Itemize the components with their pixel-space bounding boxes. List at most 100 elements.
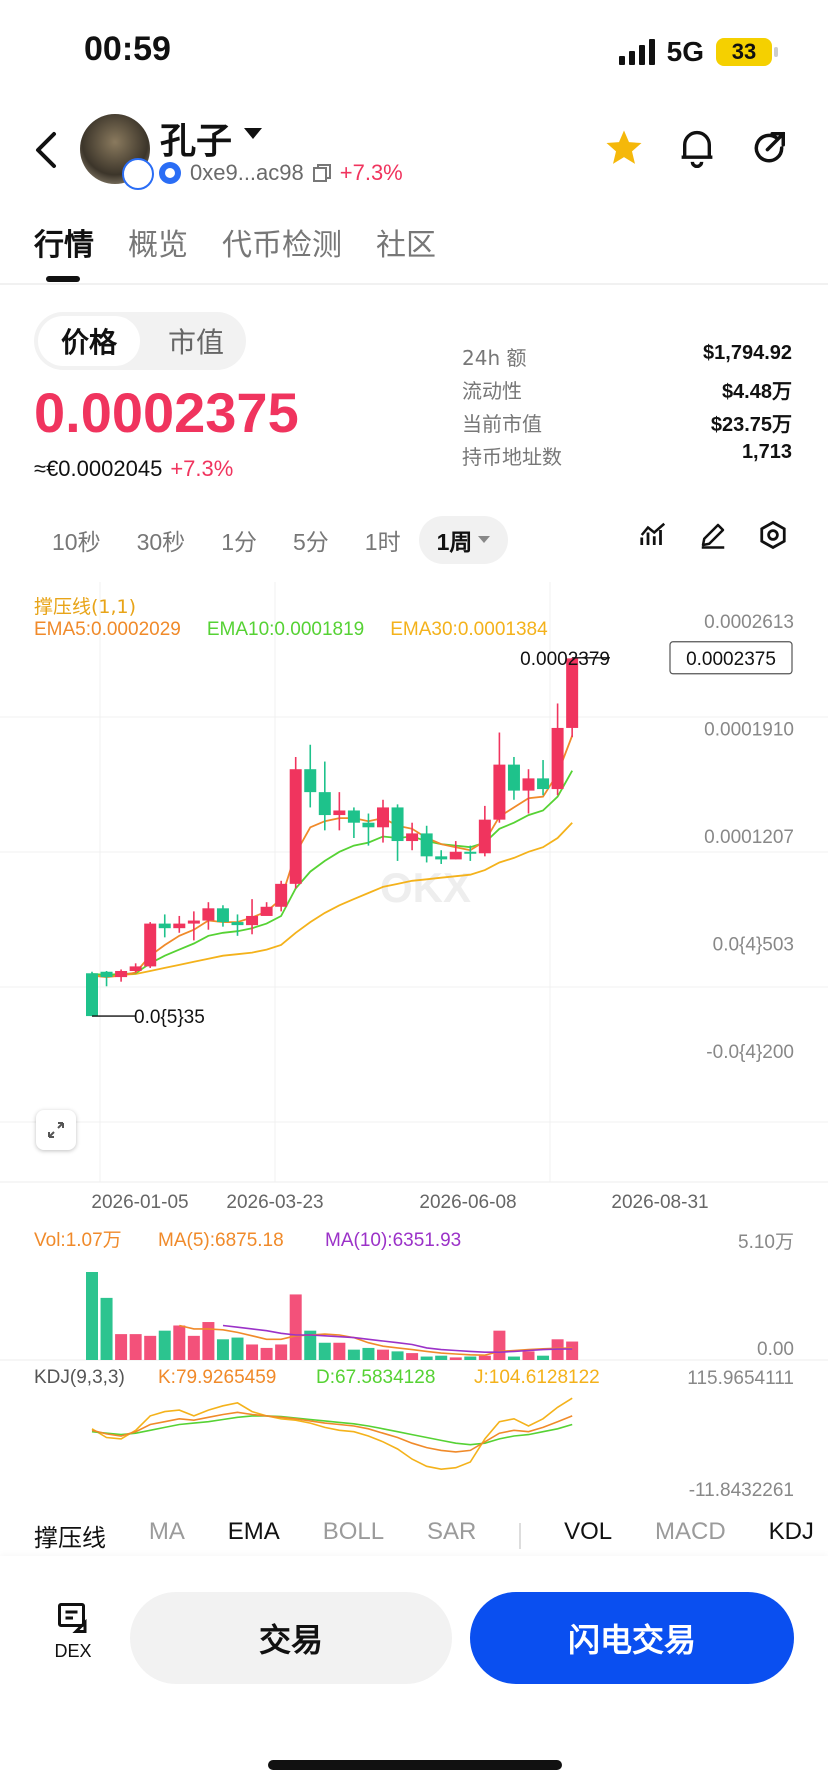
chart-tools: [638, 520, 788, 550]
candle-body: [187, 920, 200, 924]
candle-body: [449, 851, 462, 860]
volume-bar: [377, 1349, 389, 1360]
tab-community[interactable]: 社区: [376, 220, 436, 264]
indicator-divider: [519, 1522, 522, 1549]
indicator-ma[interactable]: MA: [149, 1518, 185, 1553]
token-name[interactable]: 孔子: [160, 112, 232, 164]
candle-body: [173, 923, 186, 929]
indicator-icon[interactable]: [638, 520, 668, 550]
candle-body: [231, 922, 244, 926]
stat-market-cap: 当前市值 $23.75万: [462, 408, 792, 441]
candle-body: [464, 851, 477, 854]
price-chart[interactable]: OKX 0.0002613 0.0001910 0.0001207 0.0{4}503 -…: [0, 582, 828, 1502]
toggle-market-cap[interactable]: 市值: [146, 316, 246, 366]
indicator-sar[interactable]: SAR: [427, 1518, 476, 1553]
dropdown-caret-icon[interactable]: [244, 128, 262, 140]
indicator-support[interactable]: 撑压线: [34, 1518, 106, 1553]
candle-body: [318, 792, 331, 816]
stat-label: 流动性: [462, 379, 522, 403]
interval-1m[interactable]: 1分: [203, 516, 275, 564]
stat-label: 24h 额: [462, 346, 527, 370]
divider: [0, 283, 828, 285]
kdj-tick-label: 115.9654111: [687, 1368, 794, 1389]
date-tick-label: 2026-06-08: [419, 1192, 516, 1213]
candle-body: [406, 833, 419, 842]
stat-label: 持币地址数: [462, 445, 562, 469]
price-tick-label: 0.0{4}503: [713, 935, 794, 956]
kdj-d-label: D:67.5834128: [316, 1367, 435, 1388]
candle-body: [522, 778, 535, 791]
volume-bar: [507, 1356, 520, 1360]
dex-button[interactable]: DEX: [50, 1600, 96, 1662]
candle-body: [333, 810, 346, 816]
flash-trade-button[interactable]: 闪电交易: [470, 1592, 794, 1684]
candle-body: [493, 764, 506, 820]
vol-tick-label: 0.00: [757, 1339, 794, 1360]
ema10-label: EMA10:0.0001819: [206, 619, 365, 640]
dex-icon: [58, 1603, 87, 1633]
share-icon[interactable]: [750, 128, 788, 168]
stat-value: $4.48万: [721, 381, 792, 403]
volume-bar: [231, 1337, 244, 1360]
expand-chart-button[interactable]: [36, 1110, 76, 1150]
back-icon[interactable]: [30, 128, 66, 172]
candle-body: [86, 973, 98, 1017]
bell-icon[interactable]: [678, 128, 716, 168]
kdj-k-label: K:79.9265459: [158, 1367, 276, 1388]
current-price-label: 0.0002375: [686, 649, 776, 670]
indicator-ema[interactable]: EMA: [228, 1518, 280, 1553]
candle-body: [420, 833, 433, 857]
low-price-label: 0.0{5}35: [134, 1007, 205, 1028]
volume-bar: [158, 1330, 171, 1360]
indicator-macd[interactable]: MACD: [655, 1518, 726, 1553]
tab-overview[interactable]: 概览: [128, 220, 188, 264]
token-address: 0xe9...ac98: [190, 160, 304, 185]
interval-30s[interactable]: 30秒: [119, 516, 204, 564]
candle-body: [202, 908, 215, 921]
active-tab-indicator: [46, 276, 80, 282]
vol-ma10-label: MA(10):6351.93: [325, 1230, 461, 1251]
price-tick-label: 0.0001207: [704, 827, 794, 848]
eur-change: +7.3%: [170, 456, 234, 481]
toggle-price[interactable]: 价格: [38, 316, 140, 366]
trade-button[interactable]: 交易: [130, 1592, 452, 1684]
candle-body: [216, 908, 229, 923]
indicator-boll[interactable]: BOLL: [323, 1518, 384, 1553]
candle-body: [100, 971, 113, 978]
current-price: 0.0002375: [34, 381, 299, 444]
dex-label: DEX: [54, 1641, 92, 1661]
candle-body: [507, 764, 520, 791]
indicator-vol[interactable]: VOL: [564, 1518, 612, 1553]
settings-hex-icon[interactable]: [758, 520, 788, 550]
stat-value: $1,794.92: [703, 342, 792, 364]
interval-10s[interactable]: 10秒: [34, 516, 119, 564]
interval-selector: 10秒 30秒 1分 5分 1时 1周: [34, 516, 509, 564]
eur-price: ≈€0.0002045: [34, 456, 163, 481]
interval-5m[interactable]: 5分: [275, 516, 347, 564]
candle-body: [347, 810, 360, 823]
candle-body: [377, 807, 389, 828]
watermark: OKX: [380, 864, 471, 911]
kdj-j-label: J:104.6128122: [474, 1367, 600, 1388]
ema-legend: EMA5:0.0002029 EMA10:0.0001819 EMA30:0.0…: [34, 619, 548, 641]
interval-1h[interactable]: 1时: [347, 516, 419, 564]
draw-pen-icon[interactable]: [698, 520, 728, 550]
date-tick-label: 2026-01-05: [91, 1192, 188, 1213]
volume-bar: [347, 1349, 360, 1360]
volume-bar: [449, 1357, 462, 1360]
interval-1w[interactable]: 1周: [418, 516, 509, 564]
volume-bar: [420, 1356, 433, 1360]
home-indicator: [268, 1760, 562, 1770]
star-icon[interactable]: [604, 128, 644, 168]
volume-bar: [435, 1355, 448, 1360]
volume-bar: [260, 1347, 273, 1360]
tab-market[interactable]: 行情: [34, 220, 94, 264]
stats-panel: 24h 额 $1,794.92 流动性 $4.48万 当前市值 $23.75万 持币地…: [462, 342, 792, 474]
copy-icon[interactable]: [312, 163, 332, 183]
high-price-label: 0.0002379: [520, 649, 610, 670]
volume-bar: [115, 1334, 128, 1360]
tab-token-check[interactable]: 代币检测: [222, 220, 342, 264]
date-tick-label: 2026-03-23: [226, 1192, 323, 1213]
candle-body: [129, 966, 142, 971]
indicator-kdj[interactable]: KDJ: [769, 1518, 814, 1553]
